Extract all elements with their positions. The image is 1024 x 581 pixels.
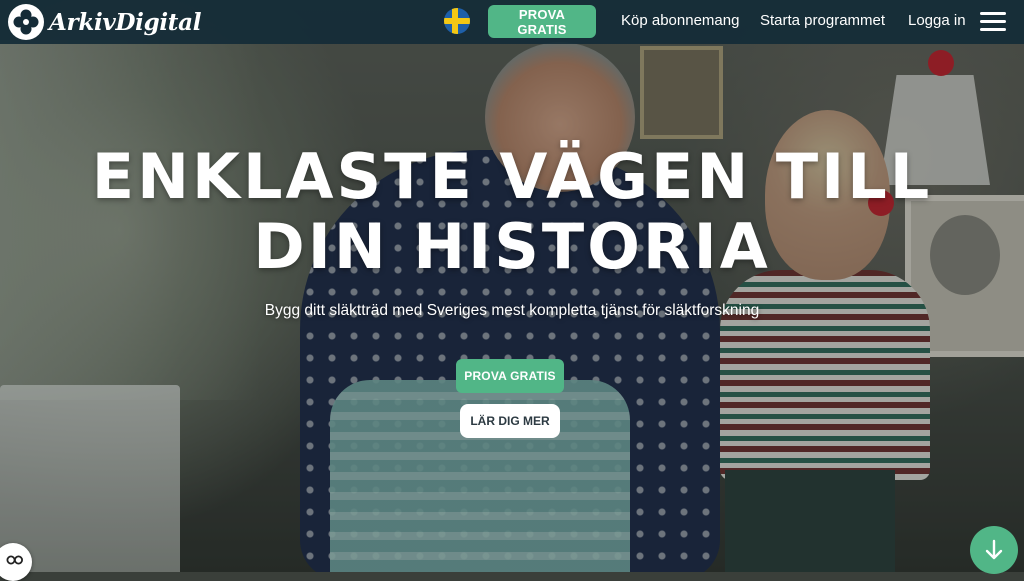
logo-clover-icon <box>8 4 44 40</box>
hero-try-free-button[interactable]: PROVA GRATIS <box>456 359 564 393</box>
nav-login-link[interactable]: Logga in <box>908 12 966 29</box>
nav-buy-subscription-link[interactable]: Köp abonnemang <box>621 12 739 29</box>
hero-subheadline: Bygg ditt släktträd med Sveriges mest ko… <box>264 302 760 319</box>
dark-overlay <box>0 0 1024 572</box>
arrow-down-icon <box>985 539 1003 560</box>
sweden-flag-icon[interactable] <box>444 8 470 34</box>
scroll-down-button[interactable] <box>970 526 1018 574</box>
logo-link[interactable]: ArkivDigital <box>8 4 201 40</box>
hamburger-menu-icon[interactable] <box>980 12 1006 32</box>
hero-background-photo <box>0 0 1024 572</box>
headline-line-1: ENKLASTE VÄGEN TILL <box>91 140 933 213</box>
hero-headline: ENKLASTE VÄGEN TILL DIN HISTORIA <box>0 142 1024 282</box>
cookie-settings-button[interactable] <box>0 543 32 581</box>
learn-more-button[interactable]: LÄR DIG MER <box>460 404 560 438</box>
header-try-free-button[interactable]: PROVA GRATIS <box>488 5 596 38</box>
headline-line-2: DIN HISTORIA <box>253 210 771 283</box>
logo-wordmark: ArkivDigital <box>49 8 202 36</box>
top-navigation-bar: ArkivDigital PROVA GRATIS Köp abonnemang… <box>0 0 1024 44</box>
cookie-settings-icon <box>6 555 23 565</box>
nav-start-program-link[interactable]: Starta programmet <box>760 12 885 29</box>
